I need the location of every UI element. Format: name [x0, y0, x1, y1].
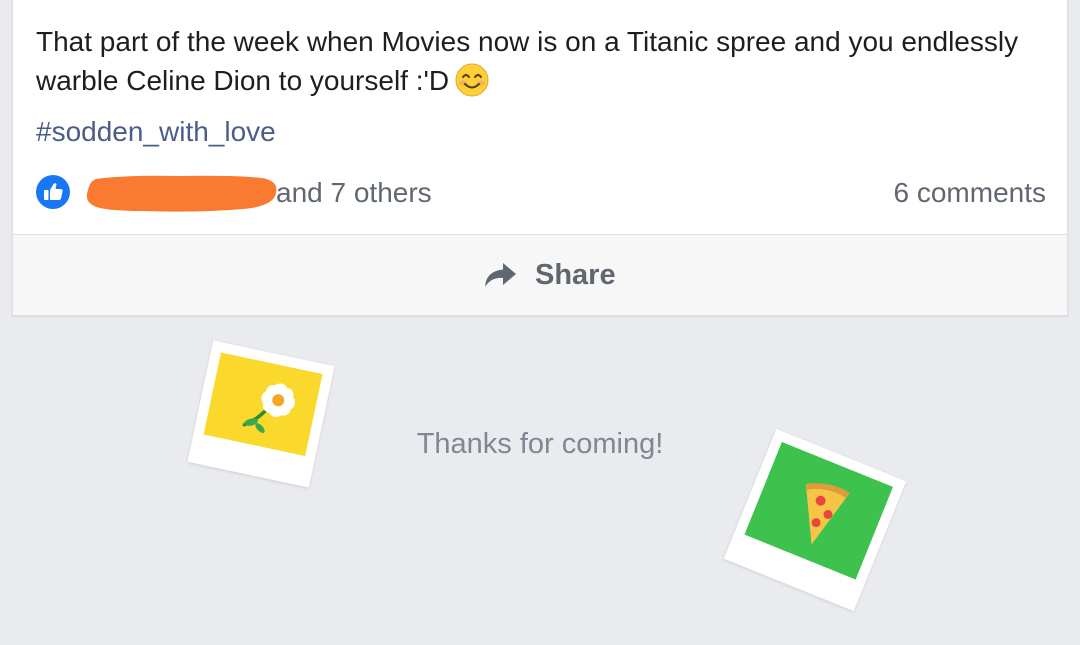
post-action-bar: Share	[13, 234, 1067, 315]
redaction-mark	[86, 175, 277, 212]
thanks-message: Thanks for coming!	[416, 428, 664, 460]
share-label: Share	[535, 258, 616, 291]
post-card: That part of the week when Movies now is…	[12, 0, 1068, 316]
like-icon[interactable]	[36, 175, 70, 209]
share-arrow-icon	[485, 263, 516, 287]
reactors-others-text[interactable]: and 7 others	[276, 176, 432, 210]
reactions-row: and 7 others 6 comments	[36, 172, 1046, 214]
hashtag-link[interactable]: #sodden_with_love	[36, 114, 276, 150]
flower-polaroid-icon	[187, 340, 335, 488]
post-text: That part of the week when Movies now is…	[36, 22, 1036, 100]
post-body: That part of the week when Movies now is…	[36, 26, 1019, 96]
smiling-face-emoji-icon	[455, 63, 489, 97]
comments-count-link[interactable]: 6 comments	[894, 176, 1047, 210]
share-button[interactable]: Share	[483, 255, 616, 295]
pizza-slice-icon	[744, 441, 894, 580]
